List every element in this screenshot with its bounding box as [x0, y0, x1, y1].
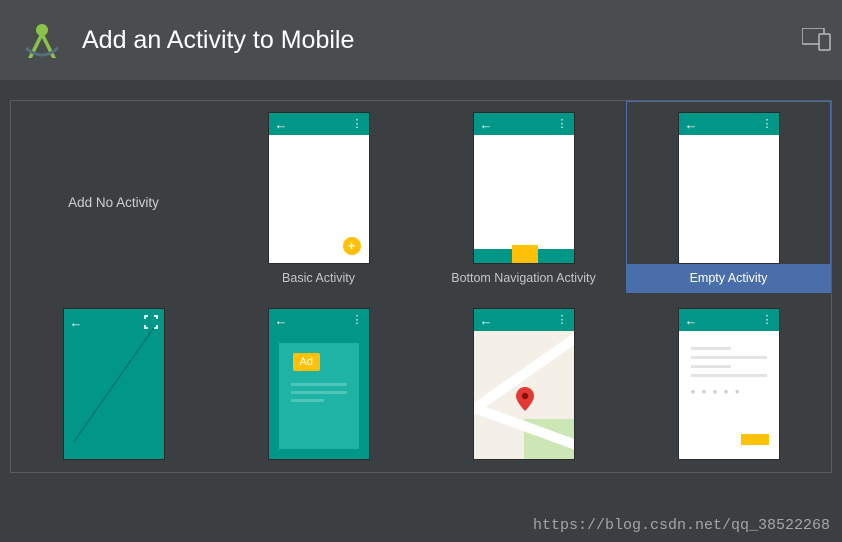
template-basic-activity[interactable]: ← ⋮ + Basic Activity — [216, 101, 421, 293]
back-arrow-icon: ← — [480, 313, 493, 328]
template-empty-activity[interactable]: ← ⋮ Empty Activity — [626, 101, 831, 293]
back-arrow-icon: ← — [275, 117, 288, 132]
template-grid: Add No Activity ← ⋮ + Basic Activity ← ⋮ — [10, 100, 832, 473]
submit-button-icon — [741, 434, 769, 445]
template-add-no-activity[interactable]: Add No Activity — [11, 101, 216, 293]
template-label: Basic Activity — [217, 264, 420, 292]
template-gallery: Add No Activity ← ⋮ + Basic Activity ← ⋮ — [0, 80, 842, 483]
ad-card-icon: Ad — [279, 343, 359, 449]
overflow-menu-icon: ⋮ — [352, 318, 363, 322]
back-arrow-icon: ← — [275, 313, 288, 328]
watermark-text: https://blog.csdn.net/qq_38522268 — [533, 517, 830, 534]
overflow-menu-icon: ⋮ — [557, 318, 568, 322]
template-thumbnail: ← — [63, 308, 165, 460]
wizard-title: Add an Activity to Mobile — [82, 26, 354, 55]
template-admob-ads-activity[interactable]: ← ⋮ Ad — [216, 297, 421, 472]
template-thumbnail: ← ⋮ — [678, 112, 780, 264]
fullscreen-icon — [144, 315, 158, 330]
template-thumbnail: ← ⋮ ● ● ● ● ● — [678, 308, 780, 460]
back-arrow-icon: ← — [685, 313, 698, 328]
back-arrow-icon: ← — [685, 117, 698, 132]
template-label: Bottom Navigation Activity — [422, 264, 625, 292]
template-bottom-navigation-activity[interactable]: ← ⋮ Bottom Navigation Activity — [421, 101, 626, 293]
overflow-menu-icon: ⋮ — [352, 122, 363, 126]
template-fullscreen-activity[interactable]: ← — [11, 297, 216, 472]
diagonal-line-icon — [73, 327, 154, 442]
map-pin-icon — [516, 387, 534, 411]
back-arrow-icon: ← — [480, 117, 493, 132]
map-preview-icon — [474, 331, 574, 459]
back-arrow-icon: ← — [70, 315, 83, 330]
overflow-menu-icon: ⋮ — [762, 318, 773, 322]
device-form-factor-icon — [802, 28, 832, 52]
wizard-header: Add an Activity to Mobile — [0, 0, 842, 80]
bottom-nav-selected-icon — [512, 245, 538, 263]
ad-badge: Ad — [293, 353, 320, 371]
fab-icon: + — [343, 237, 361, 255]
template-thumbnail: ← ⋮ + — [268, 112, 370, 264]
template-label: Empty Activity — [627, 264, 830, 292]
overflow-menu-icon: ⋮ — [557, 122, 568, 126]
template-thumbnail: ← ⋮ — [473, 308, 575, 460]
template-thumbnail: ← ⋮ — [473, 112, 575, 264]
template-login-activity[interactable]: ← ⋮ ● ● ● ● ● — [626, 297, 831, 472]
template-google-maps-activity[interactable]: ← ⋮ — [421, 297, 626, 472]
android-studio-logo-icon — [20, 18, 64, 62]
template-label: Add No Activity — [68, 195, 159, 210]
password-dots-icon: ● ● ● ● ● — [691, 387, 767, 396]
template-thumbnail: ← ⋮ Ad — [268, 308, 370, 460]
overflow-menu-icon: ⋮ — [762, 122, 773, 126]
